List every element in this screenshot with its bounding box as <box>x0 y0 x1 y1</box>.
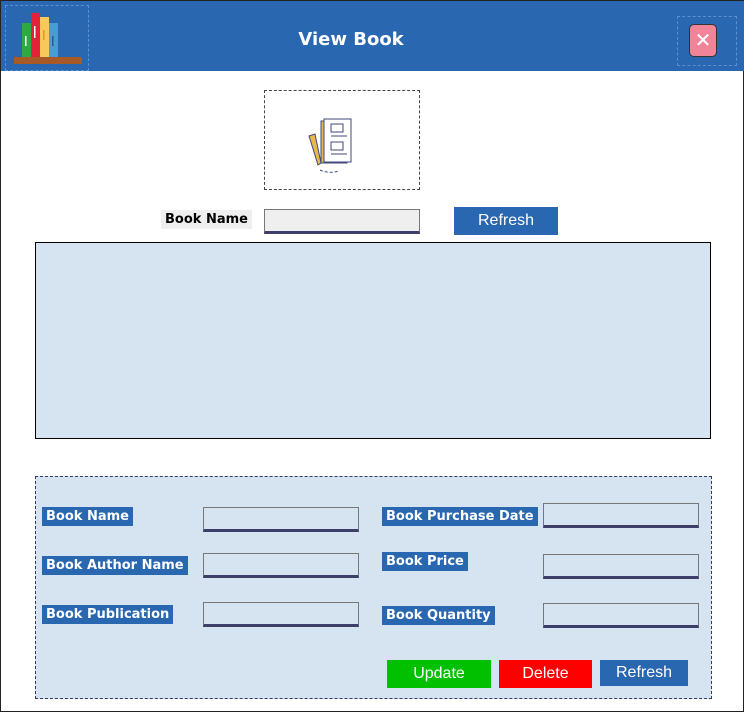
price-input[interactable] <box>543 554 699 579</box>
publication-label: Book Publication <box>42 605 174 624</box>
book-name-label: Book Name <box>42 507 133 526</box>
notebook-pencil-icon <box>308 118 352 173</box>
close-icon: ✕ <box>694 28 712 52</box>
book-name-input[interactable] <box>203 507 359 532</box>
quantity-input[interactable] <box>543 603 699 628</box>
update-button[interactable]: Update <box>387 660 491 688</box>
search-refresh-button[interactable]: Refresh <box>454 207 558 235</box>
book-image <box>264 90 420 190</box>
purchase-date-input[interactable] <box>543 503 699 528</box>
search-book-name-label: Book Name <box>161 210 252 229</box>
quantity-label: Book Quantity <box>382 606 495 625</box>
page-title: View Book <box>298 29 404 50</box>
publication-input[interactable] <box>203 602 359 627</box>
search-book-name-input[interactable] <box>264 209 420 234</box>
form-refresh-button[interactable]: Refresh <box>600 660 688 686</box>
price-label: Book Price <box>382 552 468 571</box>
books-data-grid[interactable] <box>35 242 711 439</box>
author-name-label: Book Author Name <box>42 556 188 575</box>
purchase-date-label: Book Purchase Date <box>382 507 538 526</box>
delete-button[interactable]: Delete <box>499 660 592 688</box>
close-button[interactable]: ✕ <box>689 24 717 57</box>
author-name-input[interactable] <box>203 553 359 578</box>
